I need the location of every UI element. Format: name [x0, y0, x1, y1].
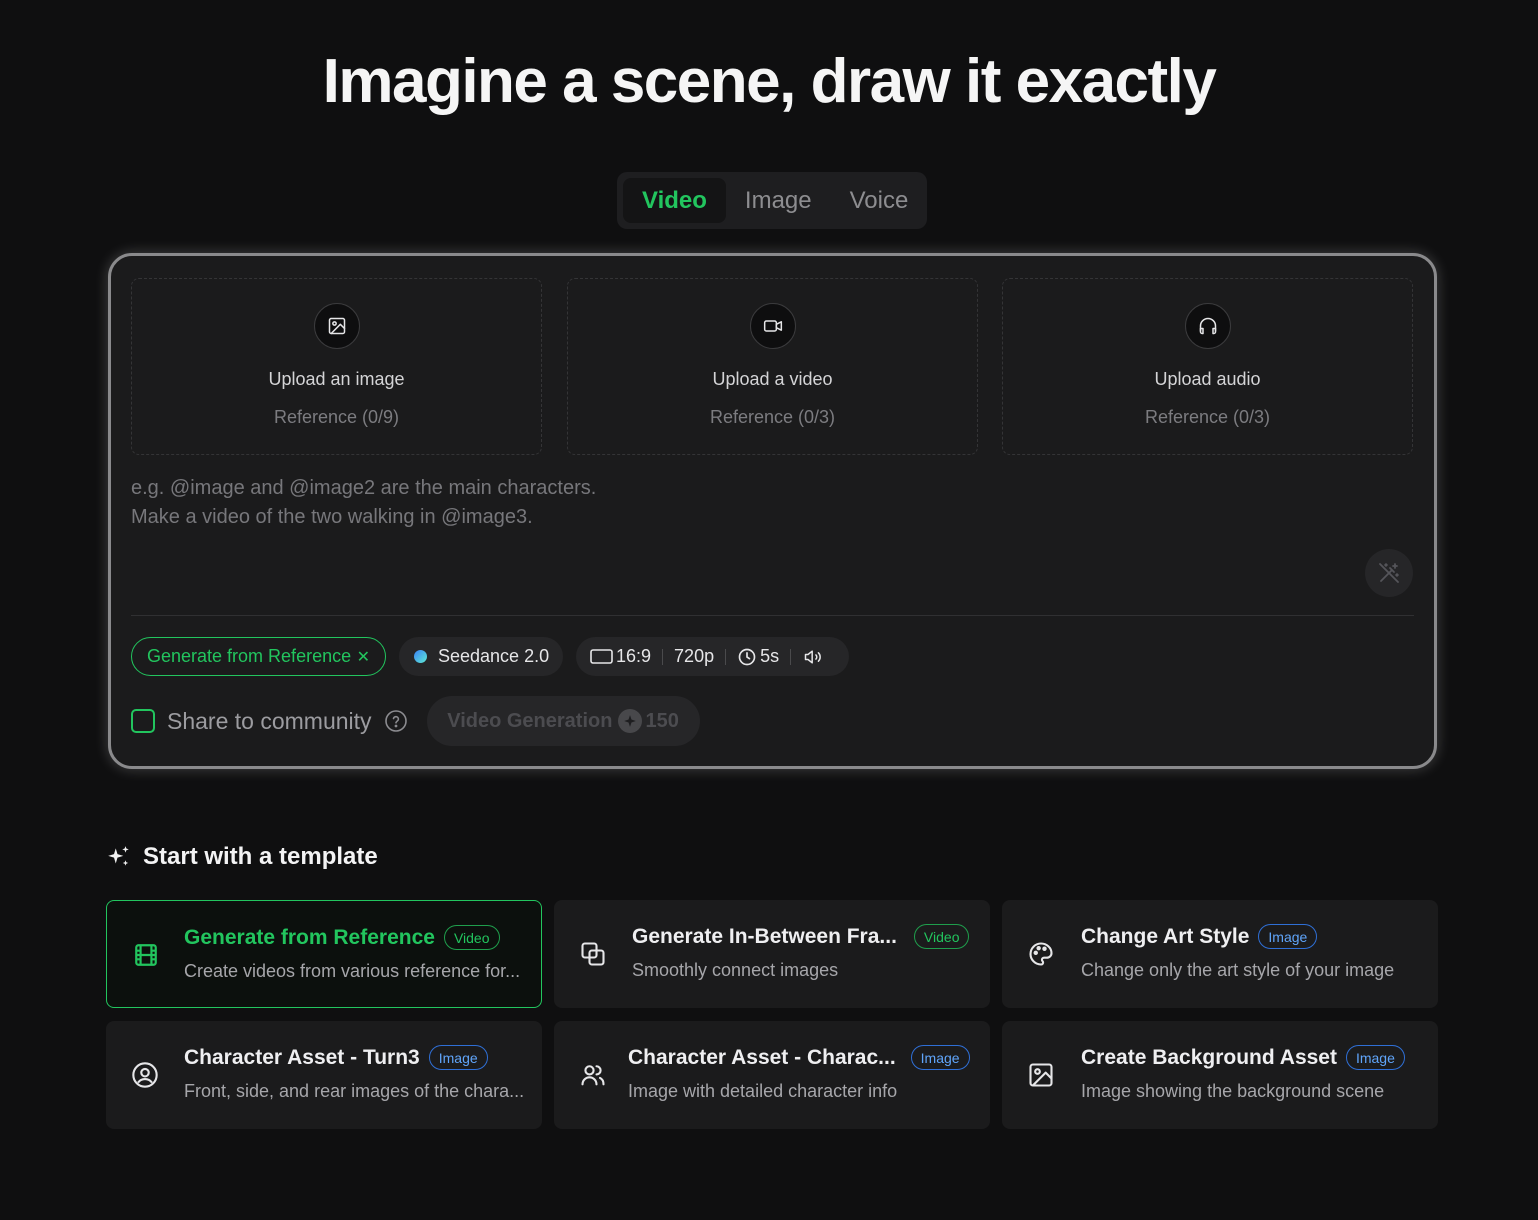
separator — [790, 648, 792, 665]
tab-image[interactable]: Image — [726, 178, 831, 223]
share-checkbox[interactable] — [131, 709, 155, 733]
template-description: Create videos from various reference for… — [184, 961, 521, 981]
template-title: Create Background Asset — [1081, 1045, 1337, 1069]
template-badge: Image — [1345, 1045, 1405, 1070]
template-description: Image with detailed character info — [628, 1081, 898, 1101]
share-row: Share to community Video Generation 150 — [131, 696, 700, 746]
aspect-ratio-icon — [590, 649, 613, 664]
palette-icon — [1027, 940, 1055, 968]
template-card-background-asset[interactable]: Create Background Asset Image Image show… — [1002, 1021, 1438, 1129]
speaker-icon[interactable] — [802, 647, 824, 667]
template-title: Generate from Reference — [184, 925, 435, 949]
image-icon — [313, 303, 360, 349]
aspect-ratio-value: 16:9 — [616, 646, 652, 666]
template-card-in-between-frames[interactable]: Generate In-Between Fra... Video Smoothl… — [554, 900, 990, 1008]
template-title: Character Asset - Charac... — [628, 1045, 896, 1069]
tab-voice[interactable]: Voice — [831, 178, 928, 223]
template-description: Change only the art style of your image — [1081, 960, 1395, 980]
divider — [131, 615, 1414, 616]
template-badge: Video — [913, 924, 970, 949]
upload-image-count: Reference (0/9) — [273, 407, 400, 427]
template-section-header: Start with a template — [106, 843, 378, 871]
separator — [662, 648, 664, 665]
template-section-title: Start with a template — [143, 843, 378, 870]
enhance-prompt-button[interactable] — [1365, 549, 1413, 597]
upload-video-count: Reference (0/3) — [709, 407, 836, 427]
help-icon[interactable] — [384, 709, 408, 733]
close-icon[interactable]: ✕ — [357, 647, 370, 667]
composer-panel: Upload an image Reference (0/9) Upload a… — [108, 253, 1437, 769]
prompt-input[interactable]: e.g. @image and @image2 are the main cha… — [131, 474, 1131, 532]
template-title: Change Art Style — [1081, 924, 1250, 948]
template-title: Character Asset - Turn3 — [184, 1045, 420, 1069]
magic-wand-icon — [1377, 561, 1401, 585]
users-icon — [579, 1061, 607, 1089]
template-card-change-art-style[interactable]: Change Art Style Image Change only the a… — [1002, 900, 1438, 1008]
share-label: Share to community — [167, 707, 372, 734]
template-badge: Image — [1258, 924, 1318, 949]
upload-audio-count: Reference (0/3) — [1144, 407, 1271, 427]
upload-image-dropzone[interactable]: Upload an image Reference (0/9) — [131, 278, 542, 455]
upload-video-title: Upload a video — [712, 369, 833, 389]
credit-cost: 150 — [645, 709, 679, 732]
video-camera-icon — [749, 303, 796, 349]
generate-button[interactable]: Video Generation 150 — [426, 696, 700, 746]
template-description: Front, side, and rear images of the char… — [184, 1081, 525, 1101]
upload-audio-title: Upload audio — [1154, 369, 1261, 389]
user-circle-icon — [131, 1061, 159, 1089]
image-icon — [1027, 1061, 1055, 1089]
credit-icon — [618, 709, 643, 733]
tab-video[interactable]: Video — [623, 178, 726, 223]
template-description: Image showing the background scene — [1081, 1081, 1385, 1101]
template-card-character-info[interactable]: Character Asset - Charac... Image Image … — [554, 1021, 990, 1129]
duration-value: 5s — [760, 646, 780, 666]
mode-tabs: Video Image Voice — [617, 172, 927, 229]
film-icon — [132, 941, 160, 969]
template-badge: Video — [443, 925, 500, 950]
template-badge: Image — [428, 1045, 488, 1070]
upload-image-title: Upload an image — [268, 369, 405, 389]
video-settings-button[interactable]: 16:9 720p 5s — [576, 637, 849, 676]
resolution-setting[interactable]: 720p — [674, 646, 714, 667]
mode-chip-label: Generate from Reference — [147, 646, 352, 666]
frames-icon — [579, 940, 607, 968]
template-description: Smoothly connect images — [632, 960, 839, 980]
template-card-character-turn3[interactable]: Character Asset - Turn3 Image Front, sid… — [106, 1021, 542, 1129]
mode-chip[interactable]: Generate from Reference ✕ — [131, 637, 386, 676]
template-title: Generate In-Between Fra... — [632, 924, 897, 948]
duration-setting[interactable]: 5s — [737, 646, 779, 667]
clock-icon — [738, 648, 756, 665]
model-label: Seedance 2.0 — [438, 646, 550, 666]
upload-audio-dropzone[interactable]: Upload audio Reference (0/3) — [1002, 278, 1413, 455]
upload-video-dropzone[interactable]: Upload a video Reference (0/3) — [567, 278, 978, 455]
aspect-ratio-setting[interactable]: 16:9 — [590, 646, 651, 667]
template-card-generate-from-reference[interactable]: Generate from Reference Video Create vid… — [106, 900, 542, 1008]
template-badge: Image — [910, 1045, 970, 1070]
model-selector[interactable]: Seedance 2.0 — [399, 637, 563, 676]
page-title: Imagine a scene, draw it exactly — [322, 47, 1217, 116]
separator — [725, 648, 727, 665]
sparkles-icon — [106, 844, 132, 870]
model-logo-icon — [414, 650, 427, 663]
generate-label: Video Generation — [447, 709, 613, 732]
headphones-icon — [1184, 303, 1231, 349]
